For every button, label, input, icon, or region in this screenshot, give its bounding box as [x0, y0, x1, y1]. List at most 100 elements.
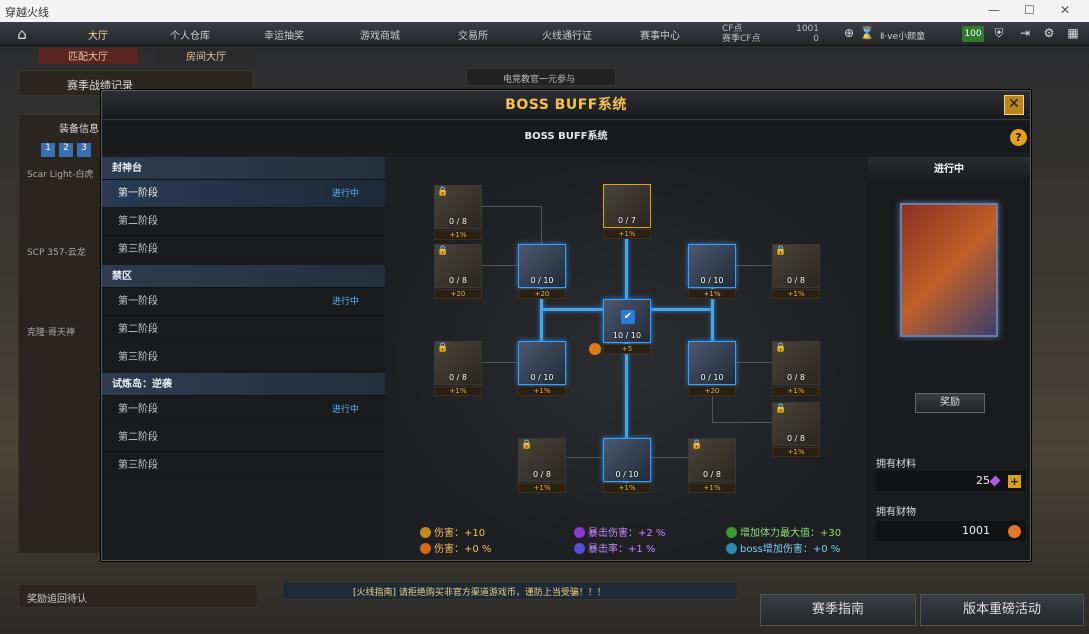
- marquee-bar: [火线指南] 请拒绝购买非官方渠道游戏币，谨防上当受骗！！！: [282, 582, 738, 600]
- tab-lobby[interactable]: 大厅: [88, 27, 108, 42]
- stage-row[interactable]: 第一阶段 进行中: [102, 288, 385, 316]
- check-icon: ✔: [621, 310, 635, 324]
- node-bonus: +1%: [518, 386, 566, 396]
- grid-icon[interactable]: ▦: [1064, 26, 1082, 42]
- stage-row[interactable]: 第一阶段 进行中: [102, 180, 385, 208]
- stat-crit-rate: 暴击率：+1 %: [574, 540, 655, 555]
- season-cf-label: 赛季CF点: [722, 34, 761, 44]
- node-bonus: +20: [518, 289, 566, 299]
- stage-row[interactable]: 第二阶段: [102, 316, 385, 344]
- materials-label: 拥有材料: [876, 459, 916, 470]
- minimize-icon[interactable]: —: [988, 3, 1000, 17]
- shield-icon[interactable]: ⛨: [990, 26, 1008, 42]
- buff-node[interactable]: 🔒 0 / 8 +1%: [434, 341, 482, 398]
- slot-tab-2[interactable]: 2: [59, 143, 73, 157]
- marquee-text: [火线指南] 请拒绝购买非官方渠道游戏币，谨防上当受骗！！！: [353, 588, 606, 598]
- stage-row[interactable]: 第二阶段: [102, 424, 385, 452]
- close-window-icon[interactable]: ✕: [1060, 3, 1070, 17]
- tab-room-lobby[interactable]: 房间大厅: [156, 48, 256, 64]
- section-fengshentai[interactable]: 封神台: [102, 157, 385, 180]
- buff-node[interactable]: 0 / 10 +1%: [518, 341, 566, 398]
- stat-damage-pct: 伤害：+0 %: [420, 540, 491, 555]
- buff-node[interactable]: 0 / 10 +1%: [603, 438, 651, 495]
- version-event-button[interactable]: 版本重磅活动: [920, 594, 1084, 626]
- stage-row[interactable]: 第二阶段: [102, 208, 385, 236]
- buff-node[interactable]: 🔒 0 / 8 +1%: [434, 185, 482, 242]
- tab-shop[interactable]: 游戏商城: [360, 27, 400, 42]
- window-title: 穿越火线: [5, 6, 49, 19]
- equipment-panel: 装备信息 1 2 3 Scar Light-白虎 SCP 357-云龙 克隆·哥…: [18, 114, 102, 554]
- lock-icon: 🔒: [437, 343, 449, 353]
- buff-node[interactable]: 0 / 10 +20: [518, 244, 566, 301]
- node-count: 0 / 10: [615, 470, 639, 479]
- help-icon[interactable]: ?: [1010, 129, 1027, 146]
- top-navigation: ⌂ 大厅 个人仓库 幸运抽奖 游戏商城 交易所 火线通行证 赛事中心 CF点 赛…: [0, 22, 1089, 46]
- tab-match-lobby[interactable]: 匹配大厅: [38, 48, 138, 64]
- tree-link: [482, 265, 518, 266]
- node-bonus: +20: [434, 289, 482, 299]
- node-count: 0 / 7: [618, 216, 636, 225]
- buff-node[interactable]: 0 / 7 +1%: [603, 184, 651, 241]
- window-titlebar: 穿越火线 — ☐ ✕: [0, 0, 1089, 22]
- damage-pct-icon: [420, 543, 431, 554]
- maximize-icon[interactable]: ☐: [1024, 3, 1035, 17]
- tree-link: [650, 457, 688, 458]
- close-button[interactable]: ✕: [1004, 95, 1024, 115]
- stage-row[interactable]: 第三阶段: [102, 452, 385, 480]
- buff-node[interactable]: 🔒 0 / 8 +1%: [772, 341, 820, 398]
- stage-row[interactable]: 第一阶段 进行中: [102, 396, 385, 424]
- stage-label: 第二阶段: [118, 216, 158, 227]
- chat-hint-text: 奖励追回待认: [27, 594, 87, 605]
- slot-tab-3[interactable]: 3: [77, 143, 91, 157]
- node-count: 0 / 10: [700, 276, 724, 285]
- chat-hint-bar[interactable]: 奖励追回待认: [18, 584, 258, 608]
- add-material-button[interactable]: +: [1008, 475, 1021, 488]
- cf-label: CF点: [722, 24, 743, 34]
- stage-label: 第二阶段: [118, 432, 158, 443]
- boss-buff-dialog: BOSS BUFF系统 ✕ BOSS BUFF系统 ? 封神台 第一阶段 进行中 …: [101, 90, 1031, 561]
- node-bonus: +1%: [688, 483, 736, 493]
- exit-icon[interactable]: ⇥: [1016, 26, 1034, 42]
- stat-stamina: 增加体力最大值：+30: [726, 524, 841, 539]
- tab-esports[interactable]: 赛事中心: [640, 27, 680, 42]
- user-name[interactable]: Ⅱ·ve小颜童: [880, 29, 925, 42]
- tree-link: [734, 362, 772, 363]
- buff-node[interactable]: 0 / 10 +20: [688, 341, 736, 398]
- status-badge: 进行中: [331, 405, 359, 415]
- reward-button[interactable]: 奖励: [915, 393, 985, 413]
- wealth-value: 1001: [876, 521, 1026, 541]
- node-bonus: +1%: [688, 289, 736, 299]
- reward-panel: 进行中 奖励 拥有材料 25 + 拥有财物 1001: [868, 157, 1030, 560]
- game-client: ⌂ 大厅 个人仓库 幸运抽奖 游戏商城 交易所 火线通行证 赛事中心 CF点 赛…: [0, 22, 1089, 634]
- node-bonus: +1%: [772, 386, 820, 396]
- buff-node[interactable]: 0 / 10 +1%: [688, 244, 736, 301]
- tree-link: [482, 362, 518, 363]
- stage-row[interactable]: 第三阶段: [102, 344, 385, 372]
- buff-node[interactable]: 🔒 0 / 8 +1%: [772, 244, 820, 301]
- reset-icon[interactable]: [589, 343, 601, 355]
- gear-icon[interactable]: ⚙: [1040, 26, 1058, 42]
- tab-exchange[interactable]: 交易所: [458, 27, 488, 42]
- section-jinqu[interactable]: 禁区: [102, 265, 385, 288]
- tab-lucky-draw[interactable]: 幸运抽奖: [264, 27, 304, 42]
- tab-inventory[interactable]: 个人仓库: [170, 27, 210, 42]
- coin-icon: [1008, 525, 1021, 538]
- lock-icon: 🔒: [437, 246, 449, 256]
- season-guide-button[interactable]: 赛季指南: [760, 594, 916, 626]
- lock-icon: 🔒: [775, 343, 787, 353]
- home-icon[interactable]: ⌂: [8, 25, 36, 43]
- stage-row[interactable]: 第三阶段: [102, 236, 385, 264]
- slot-tab-1[interactable]: 1: [41, 143, 55, 157]
- buff-node[interactable]: 🔒 0 / 8 +1%: [688, 438, 736, 495]
- tab-battle-pass[interactable]: 火线通行证: [542, 27, 592, 42]
- buff-node[interactable]: 🔒 0 / 8 +1%: [772, 402, 820, 459]
- stat-boss-damage: boss增加伤害：+0 %: [726, 540, 840, 555]
- cf-labels: CF点 赛季CF点: [722, 24, 760, 44]
- buff-node[interactable]: 🔒 0 / 8 +1%: [518, 438, 566, 495]
- section-trial-island[interactable]: 试炼岛：逆袭: [102, 373, 385, 396]
- buff-node-center[interactable]: ✔ 10 / 10 +5: [603, 299, 651, 356]
- buff-node[interactable]: 🔒 0 / 8 +20: [434, 244, 482, 301]
- lock-icon: 🔒: [775, 246, 787, 256]
- wealth-label: 拥有财物: [876, 507, 916, 518]
- tree-link: [734, 265, 772, 266]
